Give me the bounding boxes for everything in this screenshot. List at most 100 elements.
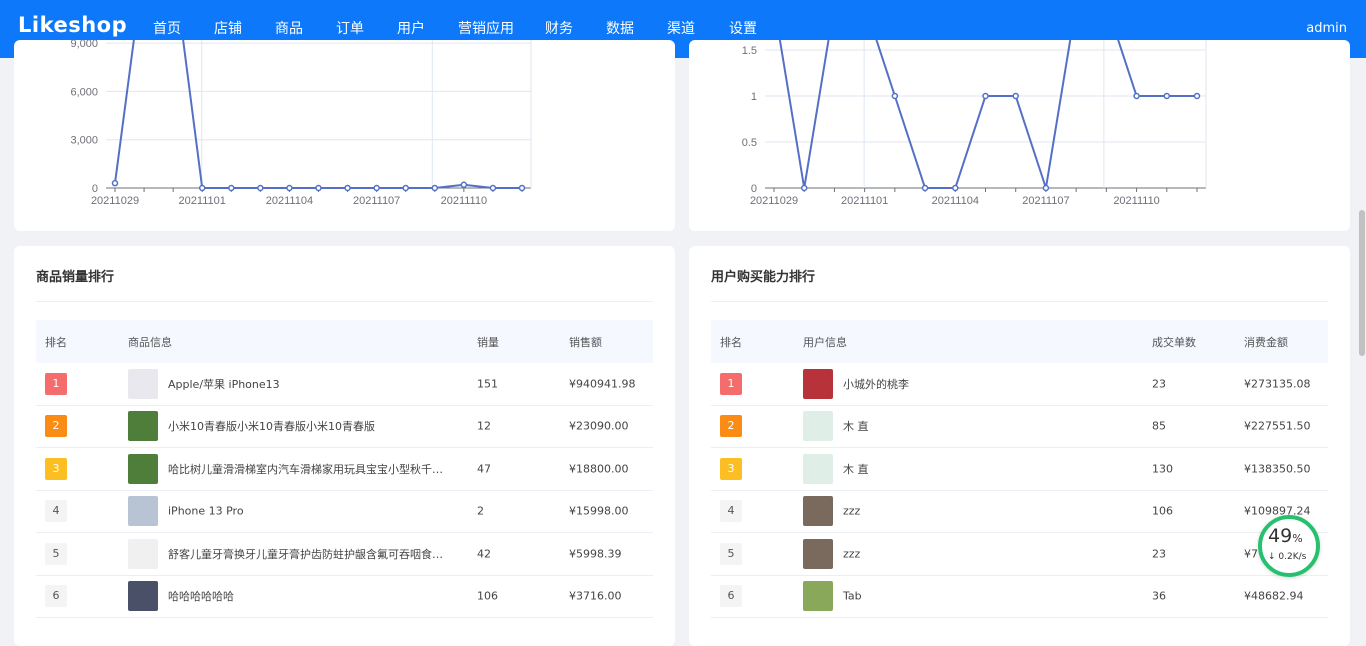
- nav-users[interactable]: 用户: [397, 18, 425, 38]
- product-thumbnail: [128, 368, 158, 399]
- y-tick-label: 0: [92, 183, 98, 195]
- product-thumbnail: [128, 538, 158, 569]
- nav-goods[interactable]: 商品: [275, 18, 303, 38]
- col-amount: 消费金额: [1244, 335, 1288, 349]
- sales-count: 47: [477, 462, 491, 476]
- data-point: [1012, 92, 1019, 100]
- nav-orders[interactable]: 订单: [336, 18, 364, 38]
- user-ranking-card: 用户购买能力排行 排名 用户信息 成交单数 消费金额 1 小城外的桃李 23 ¥273…: [689, 246, 1350, 646]
- nav-home[interactable]: 首页: [153, 18, 181, 54]
- network-speed-widget[interactable]: 49% ↓ 0.2K/s: [1258, 515, 1320, 577]
- divider: [36, 301, 653, 302]
- order-count: 23: [1152, 547, 1166, 561]
- amount: ¥18800.00: [569, 462, 629, 476]
- data-point: [460, 181, 468, 189]
- data-point: [891, 92, 899, 100]
- data-point: [982, 92, 989, 100]
- rank-badge: 3: [720, 457, 742, 480]
- product-ranking-table: 排名 商品信息 销量 销售额 1 Apple/苹果 iPhone13 151 ¥940…: [36, 320, 653, 618]
- x-tick-label: 20211107: [1022, 195, 1069, 207]
- rank-badge: 4: [720, 500, 742, 523]
- table-row: 2 小米10青春版小米10青春版小米10青春版 12 ¥23090.00: [36, 406, 653, 448]
- amount: ¥138350.50: [1244, 462, 1311, 476]
- nav-store[interactable]: 店铺: [214, 18, 242, 38]
- sales-count: 151: [477, 377, 498, 391]
- table-row: 2 木 直 85 ¥227551.50: [711, 406, 1328, 448]
- amount: ¥227551.50: [1244, 419, 1311, 433]
- user-name: Tab: [843, 589, 862, 603]
- data-point: [518, 184, 526, 192]
- rank-badge: 2: [720, 415, 742, 438]
- data-point: [1133, 92, 1140, 100]
- amount: ¥5998.39: [569, 547, 622, 561]
- col-rank: 排名: [720, 335, 742, 349]
- avatar: [803, 453, 833, 484]
- rank-badge: 5: [45, 542, 67, 565]
- page-scrollbar[interactable]: [1359, 210, 1365, 356]
- amount: ¥3716.00: [569, 589, 622, 603]
- data-point: [373, 184, 380, 192]
- divider: [711, 301, 1328, 302]
- order-count: 130: [1152, 462, 1173, 476]
- product-name: 小米10青春版小米10青春版小米10青春版: [168, 420, 375, 434]
- x-tick-label: 20211104: [932, 195, 979, 207]
- nav-finance[interactable]: 财务: [545, 18, 573, 38]
- col-orders: 成交单数: [1152, 335, 1196, 349]
- y-tick-label: 9,000: [70, 40, 98, 50]
- series-line: [114, 40, 522, 189]
- amount: ¥273135.08: [1244, 377, 1311, 391]
- col-user: 用户信息: [803, 335, 847, 349]
- x-tick-label: 20211107: [353, 195, 400, 207]
- nav-settings[interactable]: 设置: [729, 18, 757, 38]
- data-point: [431, 184, 439, 192]
- speed-rate: ↓ 0.2K/s: [1268, 552, 1307, 562]
- amount: ¥7: [1244, 547, 1258, 561]
- product-name: 舒客儿童牙膏换牙儿童牙膏护齿防蛀护龈含氟可吞咽食品…: [168, 547, 453, 561]
- rank-badge: 6: [720, 585, 742, 608]
- amount: ¥940941.98: [569, 377, 636, 391]
- orders-trend-chart: 1.5 1 0.5 020211029 20211101 20211104 20211107…: [742, 40, 1207, 207]
- user-menu[interactable]: admin: [1306, 21, 1347, 36]
- amount: ¥23090.00: [569, 419, 629, 433]
- table-row: 1 小城外的桃李 23 ¥273135.08: [711, 363, 1328, 406]
- data-point: [286, 184, 293, 192]
- avatar: [803, 411, 833, 442]
- table-row: 1 Apple/苹果 iPhone13 151 ¥940941.98: [36, 363, 653, 406]
- x-tick-label: 20211104: [266, 195, 313, 207]
- series-line: [778, 40, 1197, 189]
- logo[interactable]: Likeshop: [18, 13, 127, 37]
- rank-badge: 1: [720, 372, 742, 395]
- product-name: Apple/苹果 iPhone13: [168, 377, 280, 391]
- avatar: [803, 581, 833, 612]
- x-tick-label: 20211029: [91, 195, 139, 207]
- nav-channel[interactable]: 渠道: [667, 18, 695, 38]
- x-tick-label: 20211110: [1113, 195, 1160, 207]
- nav-data[interactable]: 数据: [606, 18, 634, 38]
- y-tick-label: 6,000: [70, 86, 98, 98]
- y-tick-label: 0.5: [742, 137, 757, 149]
- user-name: 木 直: [843, 462, 869, 476]
- order-count: 85: [1152, 419, 1166, 433]
- sales-chart-card: 9,000 6,000 3,000 0 20211029 20211101 20211104…: [14, 40, 675, 231]
- nav-marketing[interactable]: 营销应用: [458, 18, 514, 38]
- data-point: [1042, 184, 1050, 192]
- y-tick-label: 1.5: [742, 45, 757, 57]
- col-product: 商品信息: [128, 335, 172, 349]
- user-name: zzz: [843, 504, 861, 518]
- order-count: 106: [1152, 504, 1173, 518]
- y-tick-label: 1: [751, 91, 757, 103]
- data-point: [489, 184, 497, 192]
- table-header: 排名 用户信息 成交单数 消费金额: [711, 320, 1328, 363]
- table-row: 6 Tab 36 ¥48682.94: [711, 576, 1328, 618]
- amount: ¥48682.94: [1244, 589, 1304, 603]
- y-tick-label: 0: [751, 183, 757, 195]
- col-rank: 排名: [45, 335, 67, 349]
- table-row: 5 zzz 23 ¥7: [711, 533, 1328, 576]
- rank-badge: 4: [45, 500, 67, 523]
- table-row: 6 哈哈哈哈哈哈 106 ¥3716.00: [36, 576, 653, 618]
- user-name: zzz: [843, 547, 861, 561]
- data-point: [228, 184, 235, 192]
- amount: ¥109897.24: [1244, 504, 1311, 518]
- data-point: [111, 179, 119, 187]
- product-name: 哈哈哈哈哈哈: [168, 590, 234, 604]
